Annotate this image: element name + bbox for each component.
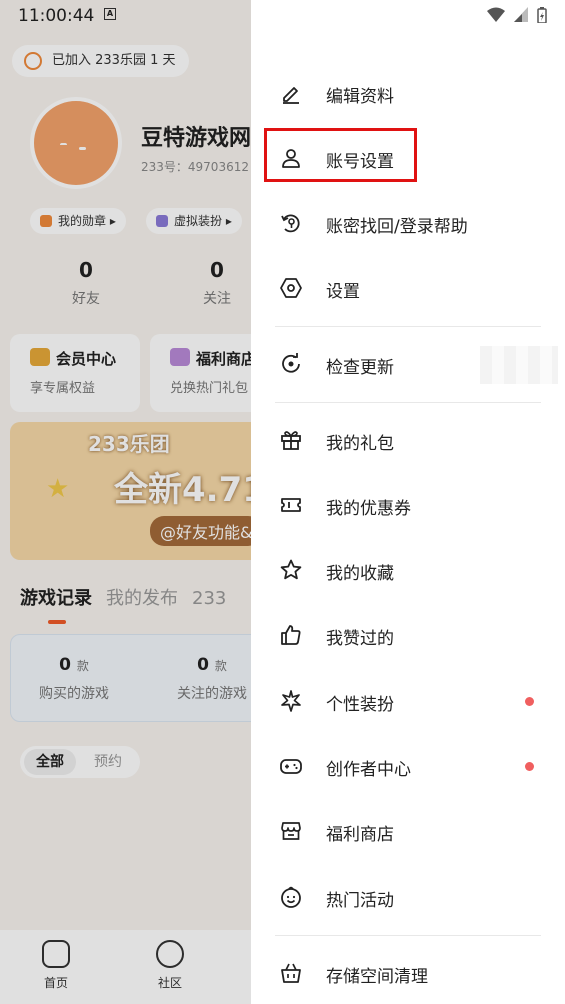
menu-password-recovery[interactable]: 账密找回/登录帮助 xyxy=(275,201,543,245)
menu-my-gifts[interactable]: 我的礼包 xyxy=(275,418,543,462)
smile-icon xyxy=(281,886,301,908)
menu-label: 我的优惠券 xyxy=(326,499,411,519)
menu-hot-events[interactable]: 热门活动 xyxy=(275,875,543,919)
menu-label: 我赞过的 xyxy=(326,629,394,649)
notification-dot xyxy=(525,762,534,771)
sparkle-icon xyxy=(281,690,301,712)
settings-hex-icon xyxy=(280,278,302,298)
menu-label: 账密找回/登录帮助 xyxy=(326,217,468,237)
menu-label: 热门活动 xyxy=(326,891,394,911)
signal-icon xyxy=(513,7,528,22)
menu-label: 福利商店 xyxy=(326,825,394,845)
menu-label: 我的礼包 xyxy=(326,434,394,454)
update-icon xyxy=(282,353,300,373)
divider xyxy=(275,326,541,327)
menu-settings[interactable]: 设置 xyxy=(275,266,543,310)
menu-edit-profile[interactable]: 编辑资料 xyxy=(275,71,543,115)
battery-icon xyxy=(537,7,547,23)
status-icons xyxy=(483,7,547,23)
divider xyxy=(275,402,541,403)
menu-storage-cleanup[interactable]: 存储空间清理 xyxy=(275,951,543,995)
menu-label: 个性装扮 xyxy=(326,695,394,715)
blurred-update-badge xyxy=(480,346,558,384)
gamepad-icon xyxy=(280,759,302,774)
wifi-icon xyxy=(486,7,505,22)
edit-icon xyxy=(283,87,299,104)
menu-label: 检查更新 xyxy=(326,358,394,378)
menu-coupons[interactable]: 我的优惠券 xyxy=(275,483,543,527)
menu-label: 存储空间清理 xyxy=(326,967,428,987)
menu-label: 我的收藏 xyxy=(326,564,394,584)
star-icon xyxy=(280,559,302,580)
menu-creator-center[interactable]: 创作者中心 xyxy=(275,744,543,788)
divider xyxy=(275,935,541,936)
coupon-icon xyxy=(281,498,301,512)
gift-icon xyxy=(281,431,301,450)
thumbs-up-icon xyxy=(281,625,301,645)
store-icon xyxy=(281,822,301,840)
menu-label: 设置 xyxy=(326,282,360,302)
account-settings-highlight xyxy=(264,128,417,182)
key-refresh-icon xyxy=(281,214,300,233)
menu-label: 编辑资料 xyxy=(326,87,394,107)
menu-welfare-store[interactable]: 福利商店 xyxy=(275,809,543,853)
menu-liked[interactable]: 我赞过的 xyxy=(275,613,543,657)
notification-dot xyxy=(525,697,534,706)
menu-favorites[interactable]: 我的收藏 xyxy=(275,548,543,592)
menu-personal-outfit[interactable]: 个性装扮 xyxy=(275,679,543,723)
basket-icon xyxy=(281,963,301,983)
menu-label: 创作者中心 xyxy=(326,760,411,780)
